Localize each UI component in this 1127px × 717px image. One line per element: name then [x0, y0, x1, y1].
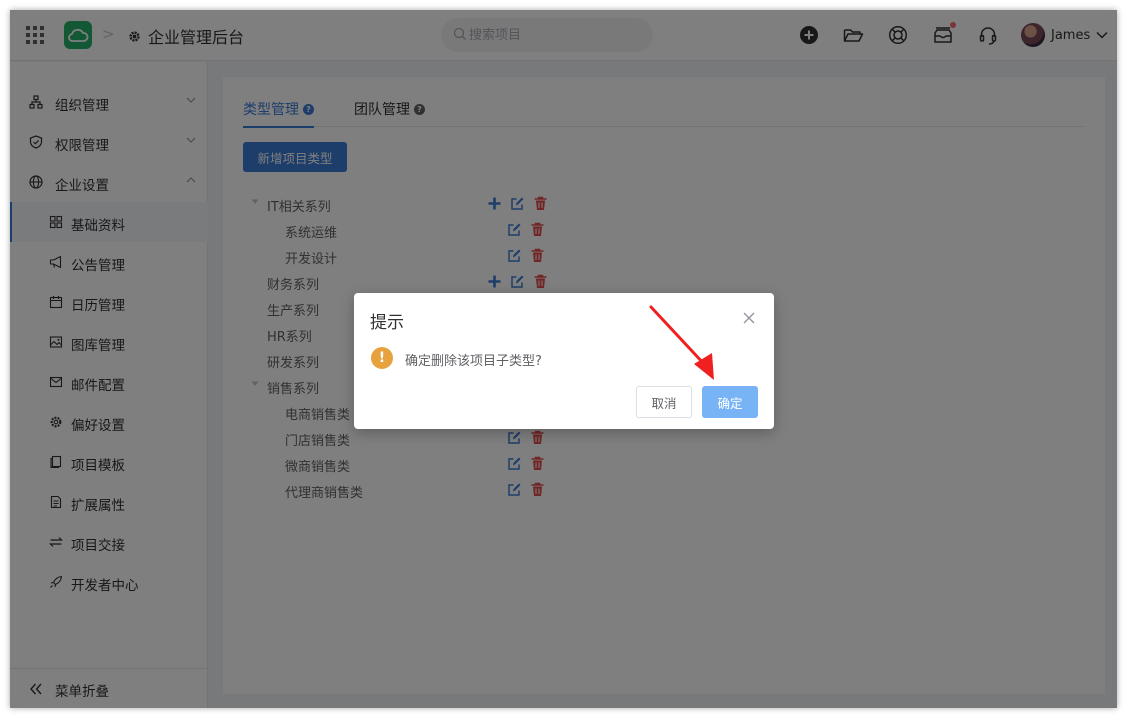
- warning-icon: !: [371, 347, 393, 369]
- dialog-title: 提示: [370, 313, 404, 333]
- confirm-dialog: 提示 ! 确定删除该项目子类型? 取消 确定: [354, 293, 774, 429]
- close-icon[interactable]: [743, 312, 755, 324]
- confirm-button[interactable]: 确定: [702, 386, 758, 418]
- dialog-message: 确定删除该项目子类型?: [405, 354, 542, 369]
- cancel-button[interactable]: 取消: [636, 386, 692, 418]
- app-window: > 企业管理后台 James: [10, 10, 1117, 708]
